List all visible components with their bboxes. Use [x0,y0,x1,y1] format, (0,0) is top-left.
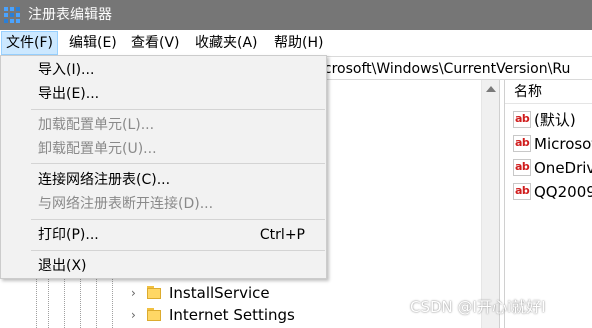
menu-bar: 文件(F) 编辑(E) 查看(V) 收藏夹(A) 帮助(H) [0,30,592,56]
string-value-icon: ab [513,135,531,152]
tree-scrollbar[interactable] [481,80,499,328]
value-row[interactable]: ab QQ2009 [505,180,592,204]
menu-item-exit[interactable]: 退出(X) [2,254,325,278]
menu-item-export[interactable]: 导出(E)... [2,82,325,106]
menu-separator [31,163,325,164]
tree-node-label[interactable]: InstallService [169,283,270,303]
menu-separator [31,219,325,220]
menu-view[interactable]: 查看(V) [126,31,185,55]
menu-item-label: 与网络注册表断开连接(D)... [38,196,214,212]
tree-node-internet-settings[interactable]: › Internet Settings [131,304,431,326]
string-value-icon: ab [513,183,531,200]
menu-item-disconnect-network-registry: 与网络注册表断开连接(D)... [2,192,325,216]
value-name: OneDrive [534,159,592,177]
chevron-right-icon[interactable]: › [131,286,136,300]
value-name: Microsoft [534,135,592,153]
menu-item-label: 加载配置单元(L)... [38,117,155,133]
menu-edit[interactable]: 编辑(E) [64,31,122,55]
menu-item-label: 连接网络注册表(C)... [38,172,171,188]
menu-item-label: 导入(I)... [38,62,95,78]
scroll-up-arrow-icon[interactable] [486,86,496,92]
address-path[interactable]: icrosoft\Windows\CurrentVersion\Ru [320,59,570,79]
string-value-icon: ab [513,159,531,176]
menu-item-load-hive: 加载配置单元(L)... [2,113,325,137]
value-row[interactable]: ab (默认) [505,108,592,132]
values-pane[interactable]: 名称 ab (默认) ab Microsoft ab OneDrive ab Q… [505,80,592,328]
menu-item-label: 卸载配置单元(U)... [38,141,157,157]
title-bar: 注册表编辑器 [0,0,592,30]
value-name: QQ2009 [534,183,592,201]
menu-item-connect-network-registry[interactable]: 连接网络注册表(C)... [2,168,325,192]
menu-item-import[interactable]: 导入(I)... [2,58,325,82]
value-name: (默认) [534,111,576,129]
string-value-icon: ab [513,111,531,128]
column-header-name[interactable]: 名称 [505,80,592,104]
menu-item-print[interactable]: 打印(P)... Ctrl+P [2,223,325,247]
tree-node-label[interactable]: Internet Settings [169,305,295,325]
registry-app-icon [4,7,20,23]
window-title: 注册表编辑器 [28,7,112,23]
column-header-label: 名称 [514,84,542,100]
menu-item-shortcut: Ctrl+P [259,227,305,243]
watermark: CSDN @I开心i就好I [410,298,546,316]
menu-item-label: 导出(E)... [38,86,100,102]
menu-item-label: 退出(X) [38,258,87,274]
menu-separator [31,109,325,110]
folder-icon [147,308,161,321]
folder-icon [147,286,161,299]
menu-favorites[interactable]: 收藏夹(A) [190,31,263,55]
file-menu-dropdown: 导入(I)... 导出(E)... 加载配置单元(L)... 卸载配置单元(U)… [0,55,327,279]
menu-item-unload-hive: 卸载配置单元(U)... [2,137,325,161]
value-row[interactable]: ab OneDrive [505,156,592,180]
tree-node-installservice[interactable]: › InstallService [131,282,431,304]
menu-separator [31,250,325,251]
value-row[interactable]: ab Microsoft [505,132,592,156]
menu-file[interactable]: 文件(F) [1,31,58,55]
menu-help[interactable]: 帮助(H) [269,31,328,55]
chevron-right-icon[interactable]: › [131,308,136,322]
menu-item-label: 打印(P)... [38,227,99,243]
